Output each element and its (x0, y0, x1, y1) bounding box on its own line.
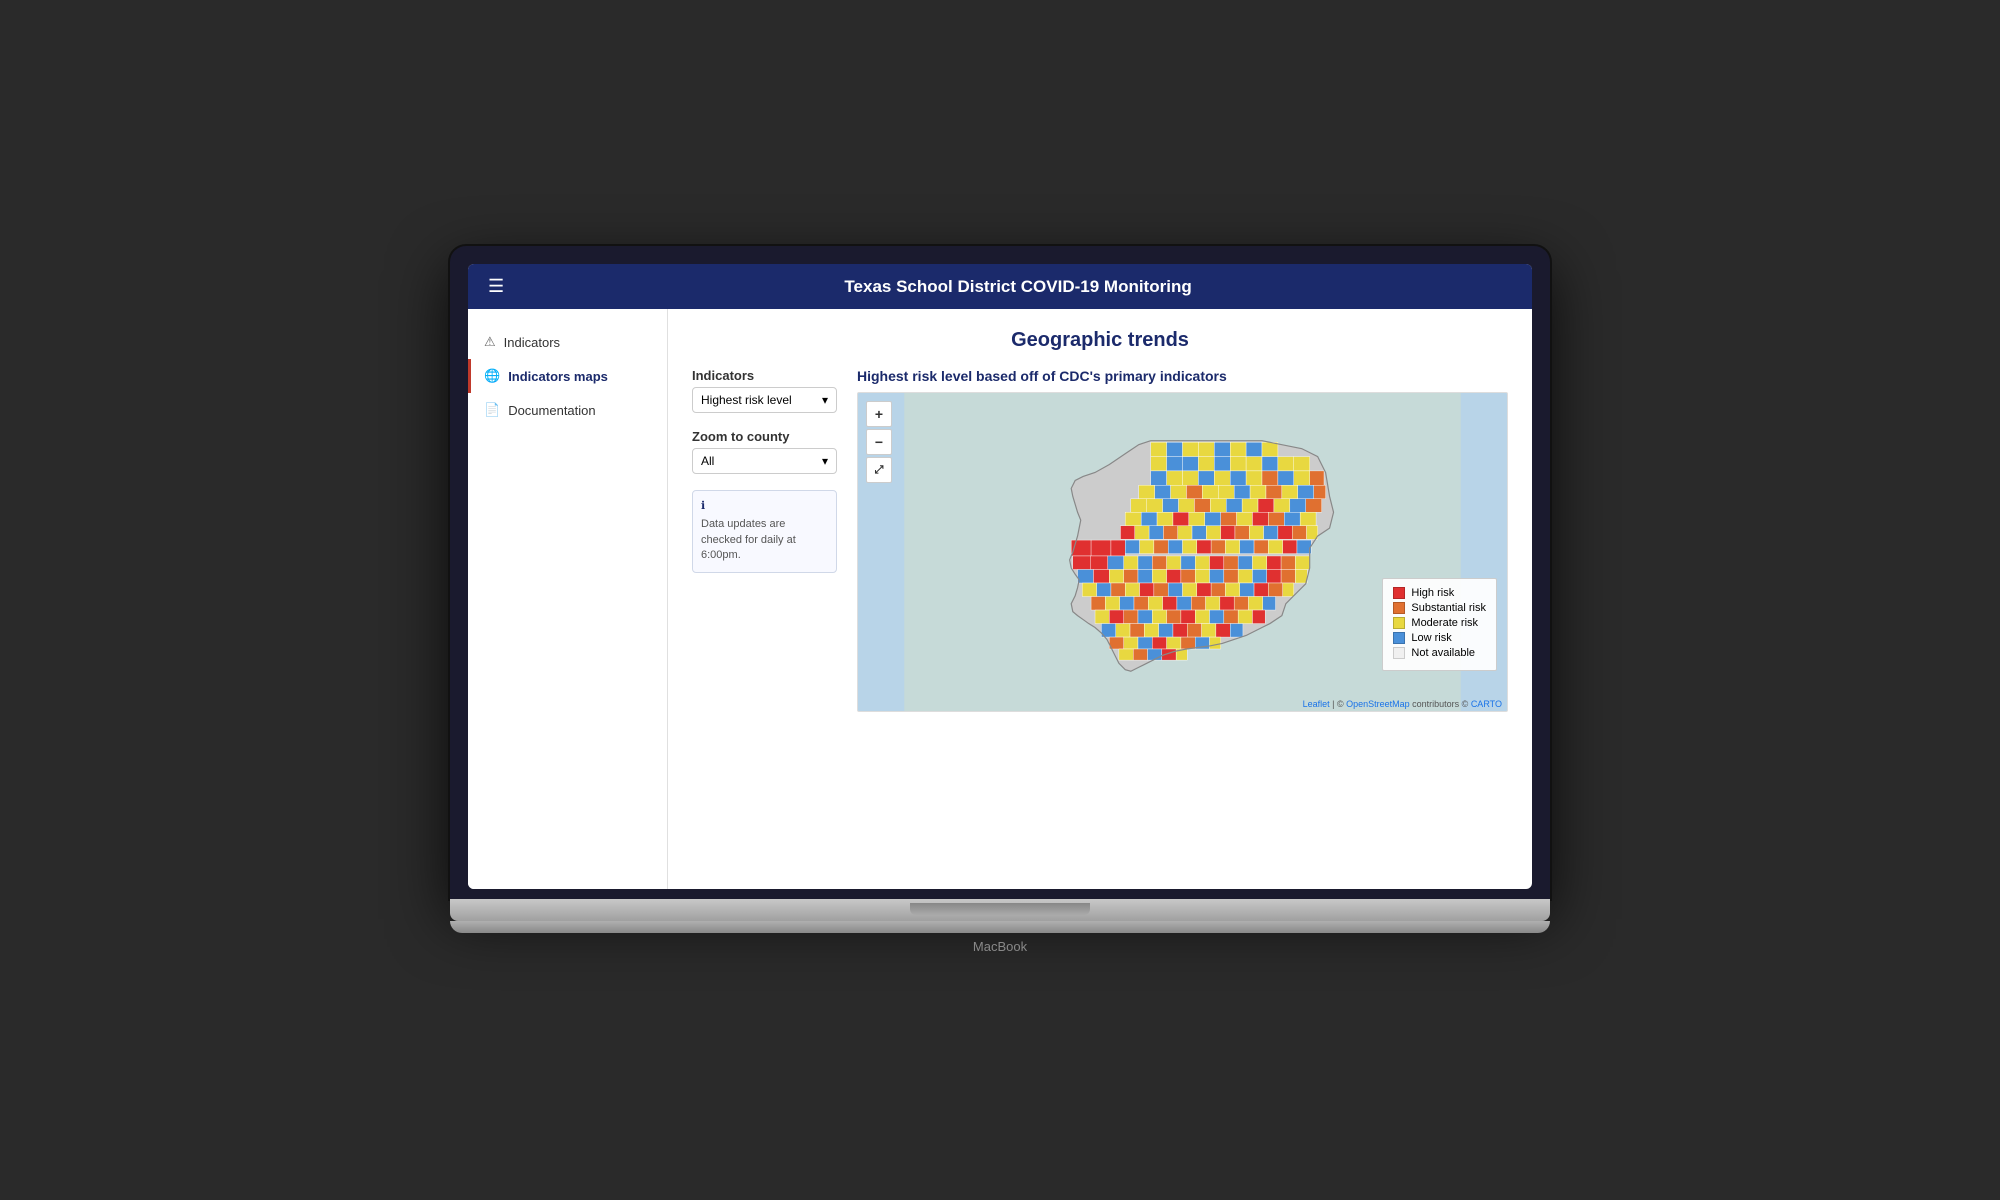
zoom-control-group: Zoom to county All ▾ (692, 429, 837, 474)
carto-link[interactable]: CARTO (1471, 699, 1502, 709)
indicators-select[interactable]: Highest risk level ▾ (692, 387, 837, 413)
content-area: Indicators Highest risk level ▾ Zoom to … (692, 368, 1508, 712)
hamburger-icon[interactable]: ☰ (488, 276, 504, 297)
warning-icon: ⚠ (484, 334, 496, 350)
map-controls: + − ⤢ (866, 401, 892, 483)
sidebar-item-documentation[interactable]: 📄 Documentation (468, 393, 667, 427)
sidebar: ⚠ Indicators 🌐 Indicators maps 📄 Documen… (468, 309, 668, 889)
chevron-down-icon: ▾ (822, 454, 828, 468)
zoom-value: All (701, 454, 714, 468)
sidebar-item-label: Indicators (504, 335, 560, 350)
zoom-label: Zoom to county (692, 429, 837, 444)
laptop-bezel: ☰ Texas School District COVID-19 Monitor… (450, 246, 1550, 899)
app-header: ☰ Texas School District COVID-19 Monitor… (468, 264, 1532, 309)
zoom-out-button[interactable]: − (866, 429, 892, 455)
zoom-select[interactable]: All ▾ (692, 448, 837, 474)
brand-label: MacBook (450, 939, 1550, 954)
sidebar-item-label: Indicators maps (508, 369, 608, 384)
sidebar-item-indicators-maps[interactable]: 🌐 Indicators maps (468, 359, 667, 393)
map-attribution: Leaflet | © OpenStreetMap contributors ©… (1303, 699, 1502, 709)
legend-label-low: Low risk (1411, 632, 1451, 644)
legend-item-substantial: Substantial risk (1393, 602, 1486, 614)
legend-label-high: High risk (1411, 587, 1454, 599)
map-legend: High risk Substantial risk Moderate risk (1382, 578, 1497, 671)
globe-icon: 🌐 (484, 368, 500, 384)
info-icon: ℹ (701, 499, 828, 514)
legend-color-low (1393, 632, 1405, 644)
legend-label-substantial: Substantial risk (1411, 602, 1486, 614)
laptop-base (450, 899, 1550, 921)
info-box: ℹ Data updates are checked for daily at … (692, 490, 837, 573)
zoom-in-button[interactable]: + (866, 401, 892, 427)
map-subtitle: Highest risk level based off of CDC's pr… (857, 368, 1508, 384)
leaflet-link[interactable]: Leaflet (1303, 699, 1330, 709)
app-body: ⚠ Indicators 🌐 Indicators maps 📄 Documen… (468, 309, 1532, 889)
legend-color-high (1393, 587, 1405, 599)
main-content: Geographic trends Indicators Highest ris… (668, 309, 1532, 889)
info-text: Data updates are checked for daily at 6:… (701, 518, 796, 561)
legend-item-moderate: Moderate risk (1393, 617, 1486, 629)
controls-panel: Indicators Highest risk level ▾ Zoom to … (692, 368, 837, 712)
legend-label-moderate: Moderate risk (1411, 617, 1478, 629)
legend-item-na: Not available (1393, 647, 1486, 659)
page-title: Geographic trends (692, 329, 1508, 352)
legend-color-na (1393, 647, 1405, 659)
legend-item-low: Low risk (1393, 632, 1486, 644)
app-title: Texas School District COVID-19 Monitorin… (524, 277, 1512, 297)
legend-color-moderate (1393, 617, 1405, 629)
legend-label-na: Not available (1411, 647, 1475, 659)
indicators-value: Highest risk level (701, 393, 792, 407)
legend-item-high: High risk (1393, 587, 1486, 599)
sidebar-item-label: Documentation (508, 403, 595, 418)
chevron-down-icon: ▾ (822, 393, 828, 407)
document-icon: 📄 (484, 402, 500, 418)
laptop-wrapper: ☰ Texas School District COVID-19 Monitor… (450, 246, 1550, 954)
map-container[interactable]: Saint Louis* Nashville* Santa Fe* Oklaho… (857, 392, 1508, 712)
indicators-control-group: Indicators Highest risk level ▾ (692, 368, 837, 413)
osm-link[interactable]: OpenStreetMap (1346, 699, 1410, 709)
legend-color-substantial (1393, 602, 1405, 614)
sidebar-item-indicators[interactable]: ⚠ Indicators (468, 325, 667, 359)
laptop-stand (450, 921, 1550, 933)
laptop-notch (910, 903, 1090, 915)
laptop-screen: ☰ Texas School District COVID-19 Monitor… (468, 264, 1532, 889)
reset-button[interactable]: ⤢ (866, 457, 892, 483)
indicators-label: Indicators (692, 368, 837, 383)
map-section: Highest risk level based off of CDC's pr… (857, 368, 1508, 712)
